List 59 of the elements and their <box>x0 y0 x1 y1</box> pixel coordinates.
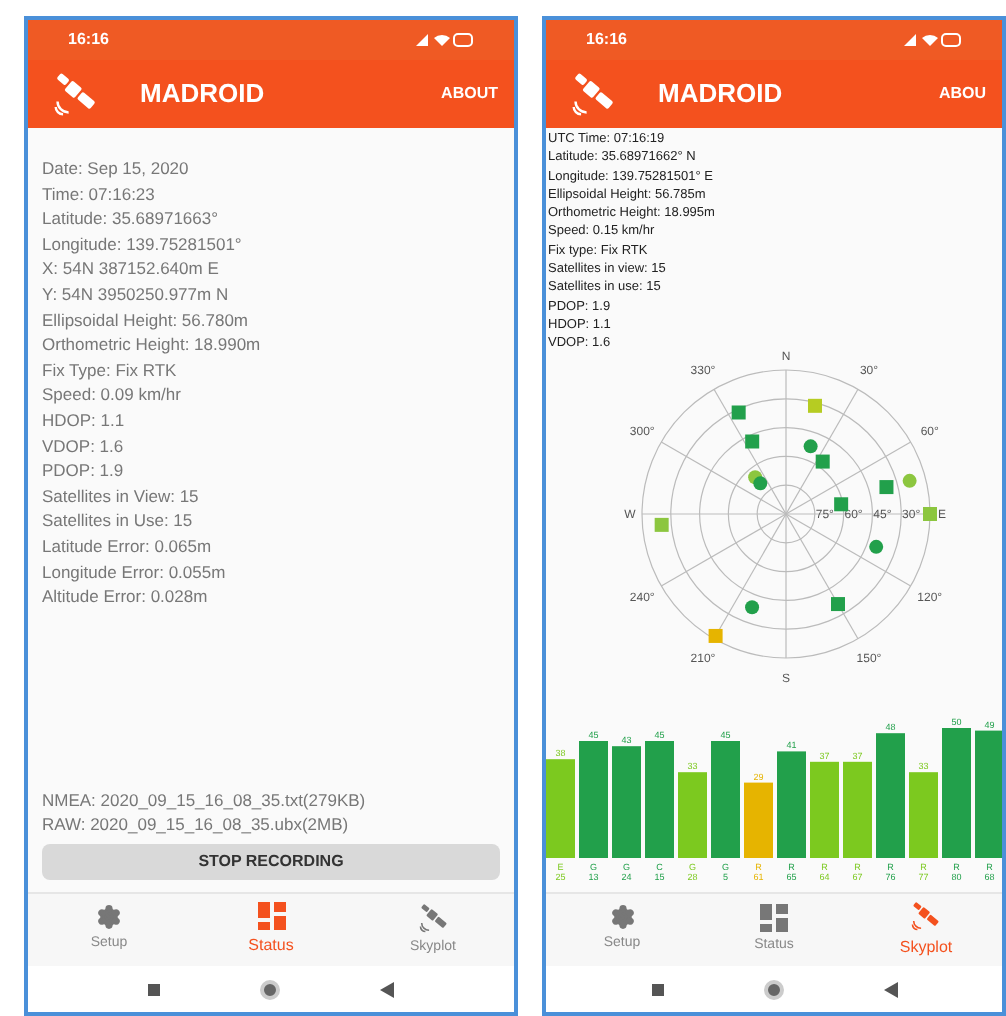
info-line: Time: 07:16:23 <box>42 181 157 207</box>
grid-icon <box>760 903 788 932</box>
signal-bar <box>645 741 674 858</box>
info-line: Speed: 0.09 km/hr <box>42 382 183 408</box>
home-button[interactable] <box>260 979 280 999</box>
status-time: 16:16 <box>586 28 627 52</box>
info-line: Orthometric Height: 18.990m <box>42 332 263 358</box>
signal-bar <box>876 733 905 858</box>
satellite-icon <box>910 900 942 932</box>
info-line: Fix Type: Fix RTK <box>42 357 179 383</box>
satellite-icon <box>570 70 618 118</box>
signal-bar <box>942 728 971 858</box>
recents-button[interactable] <box>148 983 160 995</box>
info-line: Date: Sep 15, 2020 <box>42 156 191 182</box>
info-line: Altitude Error: 0.028m <box>42 584 210 610</box>
signal-bar <box>678 772 707 858</box>
back-button[interactable] <box>380 981 394 997</box>
info-line: Latitude: 35.68971663° <box>42 206 221 232</box>
status-time: 16:16 <box>68 28 109 52</box>
info-line: VDOP: 1.6 <box>42 433 126 459</box>
signal-bar <box>843 761 872 858</box>
signal-bar <box>546 759 575 858</box>
info-line: Latitude Error: 0.065m <box>42 533 214 559</box>
app-title: MADROID <box>658 76 783 113</box>
info-line: Ellipsoidal Height: 56.780m <box>42 307 251 333</box>
info-line: Satellites in View: 15 <box>42 483 201 509</box>
status-icons <box>902 32 962 48</box>
settings-icon <box>609 904 635 931</box>
file-line: NMEA: 2020_09_15_16_08_35.txt(279KB) <box>42 787 368 813</box>
signal-bar <box>744 782 773 858</box>
signal-bar <box>579 741 608 858</box>
signal-bar <box>711 741 740 858</box>
file-line: RAW: 2020_09_15_16_08_35.ubx(2MB) <box>42 812 351 838</box>
recents-button[interactable] <box>651 983 663 995</box>
satellite-icon <box>417 901 449 934</box>
home-button[interactable] <box>763 979 783 999</box>
nav-tab[interactable]: Status <box>190 894 352 966</box>
signal-bar <box>777 751 806 858</box>
info-line: HDOP: 1.1 <box>42 407 127 434</box>
grid-icon <box>257 902 285 930</box>
info-line: X: 54N 387152.640m E <box>42 256 221 282</box>
signal-bar <box>810 761 839 858</box>
signal-bar <box>612 746 641 858</box>
info-line: Longitude Error: 0.055m <box>42 559 228 585</box>
info-line: Y: 54N 3950250.977m N <box>42 281 231 308</box>
back-button[interactable] <box>883 981 897 997</box>
about-button[interactable]: ABOU <box>938 82 986 106</box>
satellite-icon <box>52 70 100 118</box>
info-line: PDOP: 1.9 <box>42 458 126 484</box>
signal-bar <box>909 772 938 858</box>
info-line: Satellites in Use: 15 <box>42 508 195 534</box>
stop-recording-button[interactable]: STOP RECORDING <box>42 844 500 880</box>
status-icons <box>414 32 474 48</box>
app-title: MADROID <box>140 76 265 113</box>
about-button[interactable]: ABOUT <box>441 82 498 106</box>
info-line: Longitude: 139.75281501° <box>42 231 244 257</box>
settings-icon <box>96 904 122 931</box>
nav-tab[interactable]: Skyplot <box>850 894 1002 966</box>
signal-bar <box>975 730 1002 858</box>
